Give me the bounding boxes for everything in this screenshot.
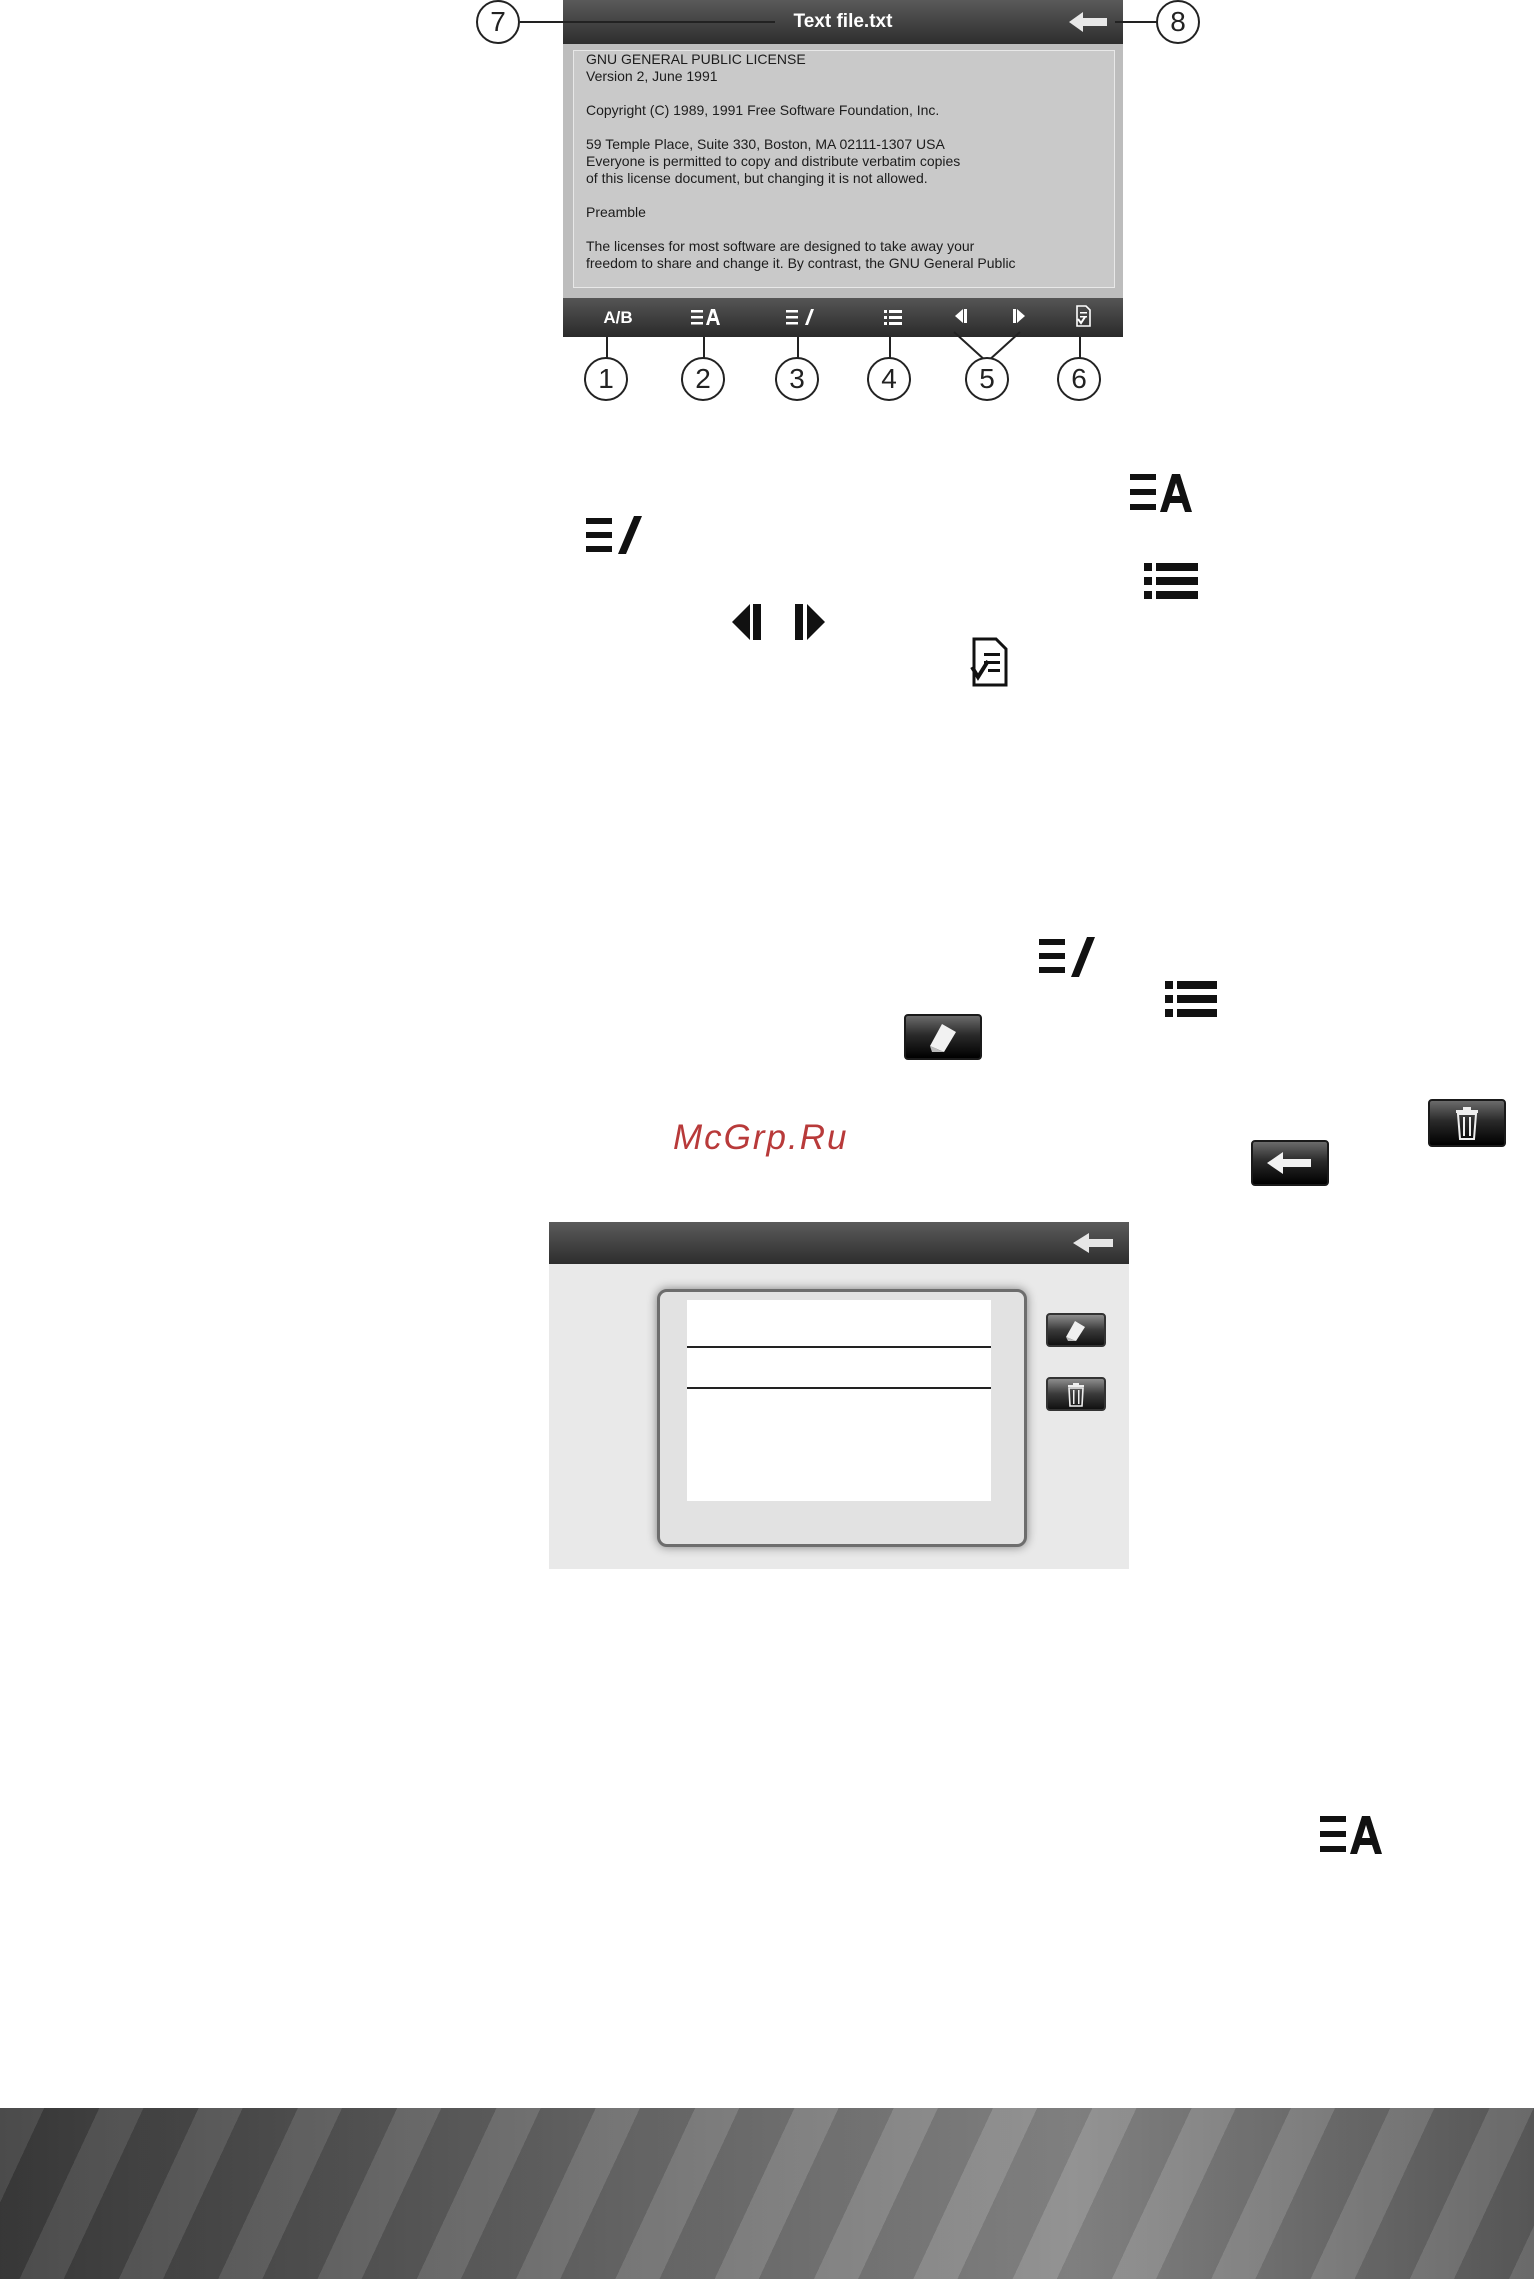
callout-line-2	[703, 337, 705, 359]
footer-decorative-band	[0, 2108, 1534, 2279]
text-size-icon	[1130, 474, 1192, 512]
doc-line: Everyone is permitted to copy and distri…	[586, 153, 961, 169]
doc-line: GNU GENERAL PUBLIC LICENSE	[586, 51, 806, 67]
text-size-button[interactable]	[683, 298, 733, 337]
bookmark-title-bar	[549, 1222, 1129, 1264]
watermark: McGrp.Ru	[673, 1118, 849, 1157]
doc-line: Preamble	[586, 204, 646, 220]
callout-line-4	[889, 337, 891, 359]
doc-line: of this license document, but changing i…	[586, 170, 928, 186]
edit-button[interactable]	[904, 1014, 982, 1060]
edit-icon	[930, 1024, 956, 1052]
back-arrow-icon	[1069, 12, 1107, 32]
list-item[interactable]	[687, 1346, 991, 1348]
doc-line: 59 Temple Place, Suite 330, Boston, MA 0…	[586, 136, 945, 152]
doc-line	[574, 119, 1114, 136]
delete-button[interactable]	[1428, 1099, 1506, 1147]
text-size-icon	[1320, 1816, 1382, 1854]
document-options-button[interactable]	[1063, 298, 1103, 337]
list-icon	[1165, 981, 1217, 1017]
bookmark-list-button[interactable]	[870, 298, 920, 337]
callout-7: 7	[476, 0, 520, 44]
document-text-area[interactable]: GNU GENERAL PUBLIC LICENSE Version 2, Ju…	[573, 50, 1115, 288]
back-arrow-icon[interactable]	[1071, 1229, 1117, 1257]
viewer-toolbar: A/B	[563, 298, 1123, 337]
callout-4: 4	[867, 357, 911, 401]
callout-6: 6	[1057, 357, 1101, 401]
callout-line-1	[606, 337, 608, 359]
doc-line: Copyright (C) 1989, 1991 Free Software F…	[586, 102, 940, 118]
delete-button[interactable]	[1046, 1377, 1106, 1411]
callout-1: 1	[584, 357, 628, 401]
doc-line: Version 2, June 1991	[586, 68, 718, 84]
document-settings-icon	[970, 637, 1008, 687]
back-button[interactable]	[1067, 8, 1111, 36]
callout-line-8	[1115, 21, 1162, 23]
doc-line	[574, 85, 1114, 102]
bookmark-list[interactable]	[687, 1300, 991, 1501]
doc-line	[574, 187, 1114, 204]
ab-label: A/B	[603, 308, 633, 327]
ab-repeat-button[interactable]: A/B	[593, 298, 643, 337]
bookmark-screen	[549, 1222, 1129, 1569]
viewer-title: Text file.txt	[793, 11, 893, 32]
callout-8: 8	[1156, 0, 1200, 44]
edit-icon	[1066, 1321, 1085, 1341]
list-icon	[1144, 563, 1198, 599]
callout-line-7	[520, 21, 775, 23]
bookmark-add-icon	[586, 516, 642, 554]
edit-button[interactable]	[1046, 1313, 1106, 1347]
bookmark-add-icon	[1039, 937, 1095, 977]
callout-line-6	[1079, 337, 1081, 359]
trash-icon	[1068, 1383, 1084, 1407]
bookmark-add-button[interactable]	[777, 298, 827, 337]
back-button[interactable]	[1251, 1140, 1329, 1186]
list-icon	[884, 310, 902, 325]
doc-line: freedom to share and change it. By contr…	[586, 255, 1016, 271]
text-viewer-screen: Text file.txt GNU GENERAL PUBLIC LICENSE…	[563, 0, 1123, 337]
bookmark-list-panel	[657, 1289, 1027, 1547]
doc-line: The licenses for most software are desig…	[586, 238, 975, 254]
callout-5: 5	[965, 357, 1009, 401]
document-settings-icon	[1076, 305, 1091, 327]
previous-page-icon	[732, 604, 761, 640]
callout-3: 3	[775, 357, 819, 401]
callout-line-3	[797, 337, 799, 359]
doc-line	[574, 221, 1114, 238]
callout-2: 2	[681, 357, 725, 401]
list-item[interactable]	[687, 1387, 991, 1389]
trash-icon	[1456, 1107, 1478, 1140]
next-page-icon	[795, 604, 825, 640]
back-arrow-icon	[1267, 1152, 1311, 1174]
text-size-icon	[691, 309, 720, 325]
bookmark-add-icon	[786, 309, 814, 325]
